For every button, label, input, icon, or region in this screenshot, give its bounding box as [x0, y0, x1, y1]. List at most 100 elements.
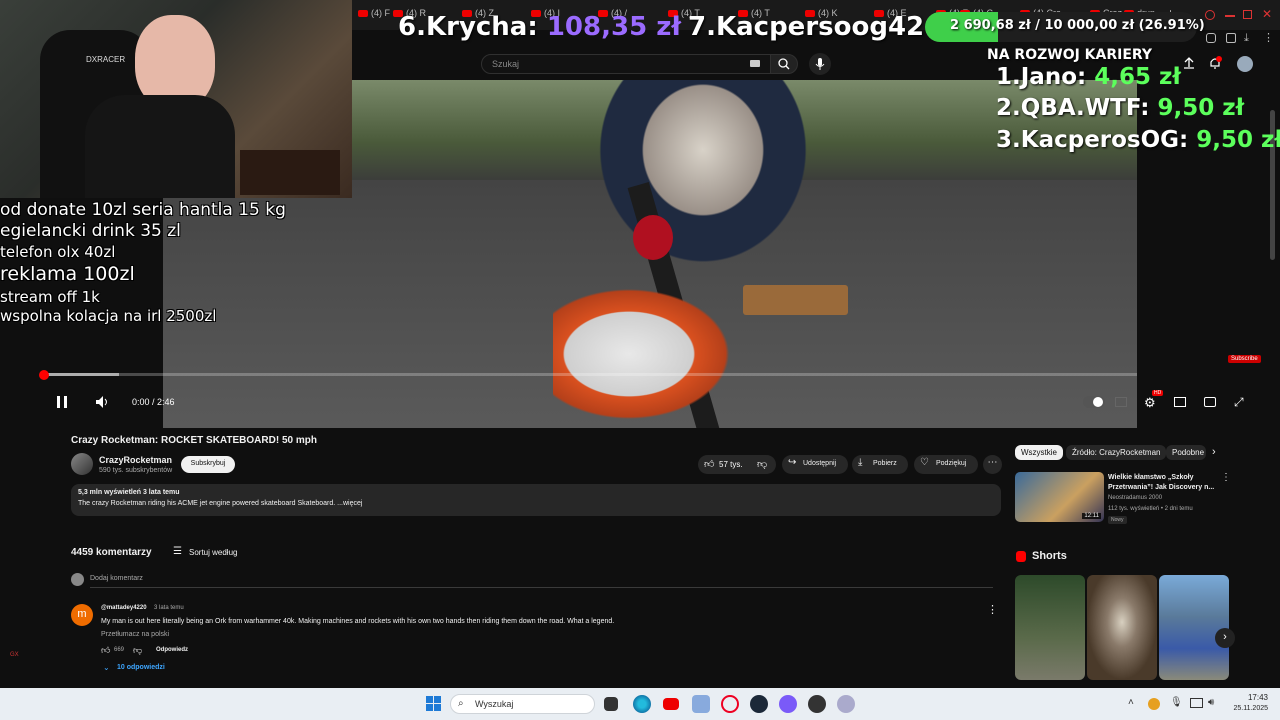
chevron-right-icon[interactable]: › — [1212, 446, 1216, 458]
menu-icon[interactable]: ⋮ — [1263, 31, 1274, 44]
recommended-menu-icon[interactable]: ⋮ — [1221, 472, 1231, 483]
shorts-heading: Shorts — [1032, 550, 1067, 562]
recommended-thumbnail[interactable]: 12:11 — [1015, 472, 1104, 522]
comment-like-count: 669 — [114, 647, 125, 653]
chevron-down-icon[interactable]: ⌄ — [103, 663, 110, 672]
comment-dislike-icon[interactable]: 👎︎ — [133, 645, 142, 656]
video-progress-bar[interactable] — [44, 373, 1137, 376]
extensions-icon[interactable] — [1206, 33, 1216, 43]
chip-source[interactable]: Źródło: CrazyRocketman — [1066, 445, 1167, 460]
video-frame-rider — [583, 80, 823, 280]
autoplay-toggle[interactable] — [1083, 396, 1105, 408]
streamer-webcam: DXRACER — [0, 0, 352, 198]
comment-like-icon[interactable]: 👍︎ — [101, 645, 110, 656]
taskbar-search[interactable]: Wyszukaj — [450, 694, 595, 714]
maximize-icon[interactable] — [1243, 10, 1252, 19]
microphone-icon — [815, 58, 825, 70]
cast-icon[interactable] — [1204, 397, 1216, 407]
recommended-channel[interactable]: Neostradamus 2000 — [1108, 495, 1162, 501]
sort-icon[interactable]: ☰ — [173, 546, 182, 557]
steam-icon[interactable] — [750, 695, 768, 713]
short-thumbnail[interactable] — [1087, 575, 1157, 680]
search-button[interactable] — [770, 54, 798, 74]
download-video-icon: ⤓ — [858, 457, 863, 468]
taskbar-time[interactable]: 17:43 — [1240, 693, 1268, 702]
settings-app-icon[interactable] — [837, 695, 855, 713]
short-thumbnail[interactable] — [1015, 575, 1085, 680]
subscribe-button[interactable]: Subskrybuj — [181, 456, 235, 473]
video-frame-board — [743, 285, 848, 315]
miniplayer-icon[interactable] — [1174, 397, 1186, 407]
sort-button[interactable]: Sortuj według — [189, 548, 237, 557]
youtube-app-icon[interactable] — [663, 698, 679, 710]
download-label: Pobierz — [873, 460, 897, 467]
account-avatar[interactable] — [1237, 56, 1253, 72]
ranking-row-2: 2.QBA.WTF: 9,50 zł — [996, 95, 1245, 121]
channel-avatar[interactable] — [71, 453, 93, 475]
video-frame-blower — [553, 280, 743, 428]
search-icon — [778, 58, 790, 70]
video-scrubber[interactable] — [39, 370, 49, 380]
share-label: Udostępnij — [803, 460, 837, 467]
corner-mark: GX — [10, 652, 19, 658]
close-icon[interactable]: ✕ — [1262, 7, 1272, 21]
upload-icon[interactable] — [1182, 56, 1196, 70]
download-icon[interactable]: ⤓ — [1244, 32, 1249, 45]
network-icon[interactable] — [1190, 698, 1203, 708]
recommended-title[interactable]: Wielkie kłamstwo „Szkoły Przetrwania”! J… — [1108, 473, 1218, 493]
description-box[interactable]: 5,3 mln wyświetleń 3 lata temu The crazy… — [71, 484, 1001, 516]
add-comment-input[interactable]: Dodaj komentarz — [90, 575, 143, 582]
chip-related[interactable]: Podobne — [1166, 445, 1206, 460]
user-avatar — [71, 573, 84, 586]
notifications-bell-icon[interactable] — [1208, 56, 1222, 70]
snipping-tool-icon[interactable] — [692, 695, 710, 713]
pause-button[interactable] — [55, 394, 69, 410]
reply-button[interactable]: Odpowiedz — [156, 647, 188, 653]
search-input[interactable]: Szukaj — [481, 54, 771, 74]
channel-name[interactable]: CrazyRocketman — [99, 455, 172, 465]
comment-author[interactable]: @mattadey4220 — [101, 605, 147, 611]
short-thumbnail[interactable] — [1159, 575, 1229, 680]
taskbar-date[interactable]: 25.11.2025 — [1226, 705, 1268, 712]
comment-time[interactable]: 3 lata temu — [154, 605, 184, 611]
microphone-tray-icon[interactable]: 🎙︎ — [1170, 697, 1183, 708]
start-button[interactable] — [426, 696, 441, 711]
subtitles-icon[interactable] — [1115, 397, 1127, 407]
comment-menu-icon[interactable]: ⋮ — [987, 603, 998, 616]
like-button[interactable]: 👍︎ — [704, 458, 714, 470]
translate-link[interactable]: Przetłumacz na polski — [101, 631, 169, 638]
volume-button[interactable] — [95, 395, 111, 414]
edge-icon[interactable] — [633, 695, 651, 713]
volume-tray-icon[interactable]: 🔊︎ — [1208, 697, 1214, 708]
screenshot-icon[interactable] — [1226, 33, 1236, 43]
opera-icon[interactable] — [721, 695, 739, 713]
task-view-icon[interactable] — [604, 697, 618, 711]
thanks-label: Podziękuj — [936, 460, 967, 467]
comment-avatar[interactable]: m — [71, 604, 93, 626]
more-actions-button[interactable]: ⋯ — [983, 455, 1002, 474]
donation-item: telefon olx 40zl — [0, 243, 116, 261]
tray-app-icon[interactable] — [1148, 698, 1160, 710]
voice-search-button[interactable] — [809, 53, 831, 75]
discord-icon[interactable] — [779, 695, 797, 713]
video-time: 0:00 / 2:46 — [132, 397, 175, 407]
dislike-button[interactable]: 👎︎ — [757, 458, 767, 470]
subscribe-watermark[interactable]: Subscribe — [1228, 355, 1261, 363]
obs-icon[interactable] — [808, 695, 826, 713]
taskbar-search-icon: ⌕ — [458, 698, 464, 709]
replies-toggle[interactable]: 10 odpowiedzi — [117, 664, 165, 671]
fullscreen-icon[interactable]: ⤢ — [1234, 395, 1244, 410]
comment-count: 4459 komentarzy — [71, 547, 152, 558]
recommended-meta: 112 tys. wyświetleń • 2 dni temu — [1108, 506, 1193, 512]
pause-icon — [57, 396, 67, 408]
settings-gear-icon[interactable]: ⚙ — [1144, 395, 1156, 411]
browser-search-icon[interactable] — [1205, 10, 1215, 20]
like-count: 57 tys. — [719, 460, 743, 469]
minimize-icon[interactable] — [1225, 15, 1235, 17]
shorts-next-button[interactable]: › — [1215, 628, 1235, 648]
chip-all[interactable]: Wszystkie — [1015, 445, 1063, 460]
browser-tab[interactable]: (4) F — [358, 8, 390, 18]
tray-chevron-icon[interactable]: ˄ — [1128, 697, 1134, 708]
add-comment-underline — [90, 587, 993, 588]
keyboard-icon[interactable] — [750, 60, 760, 67]
